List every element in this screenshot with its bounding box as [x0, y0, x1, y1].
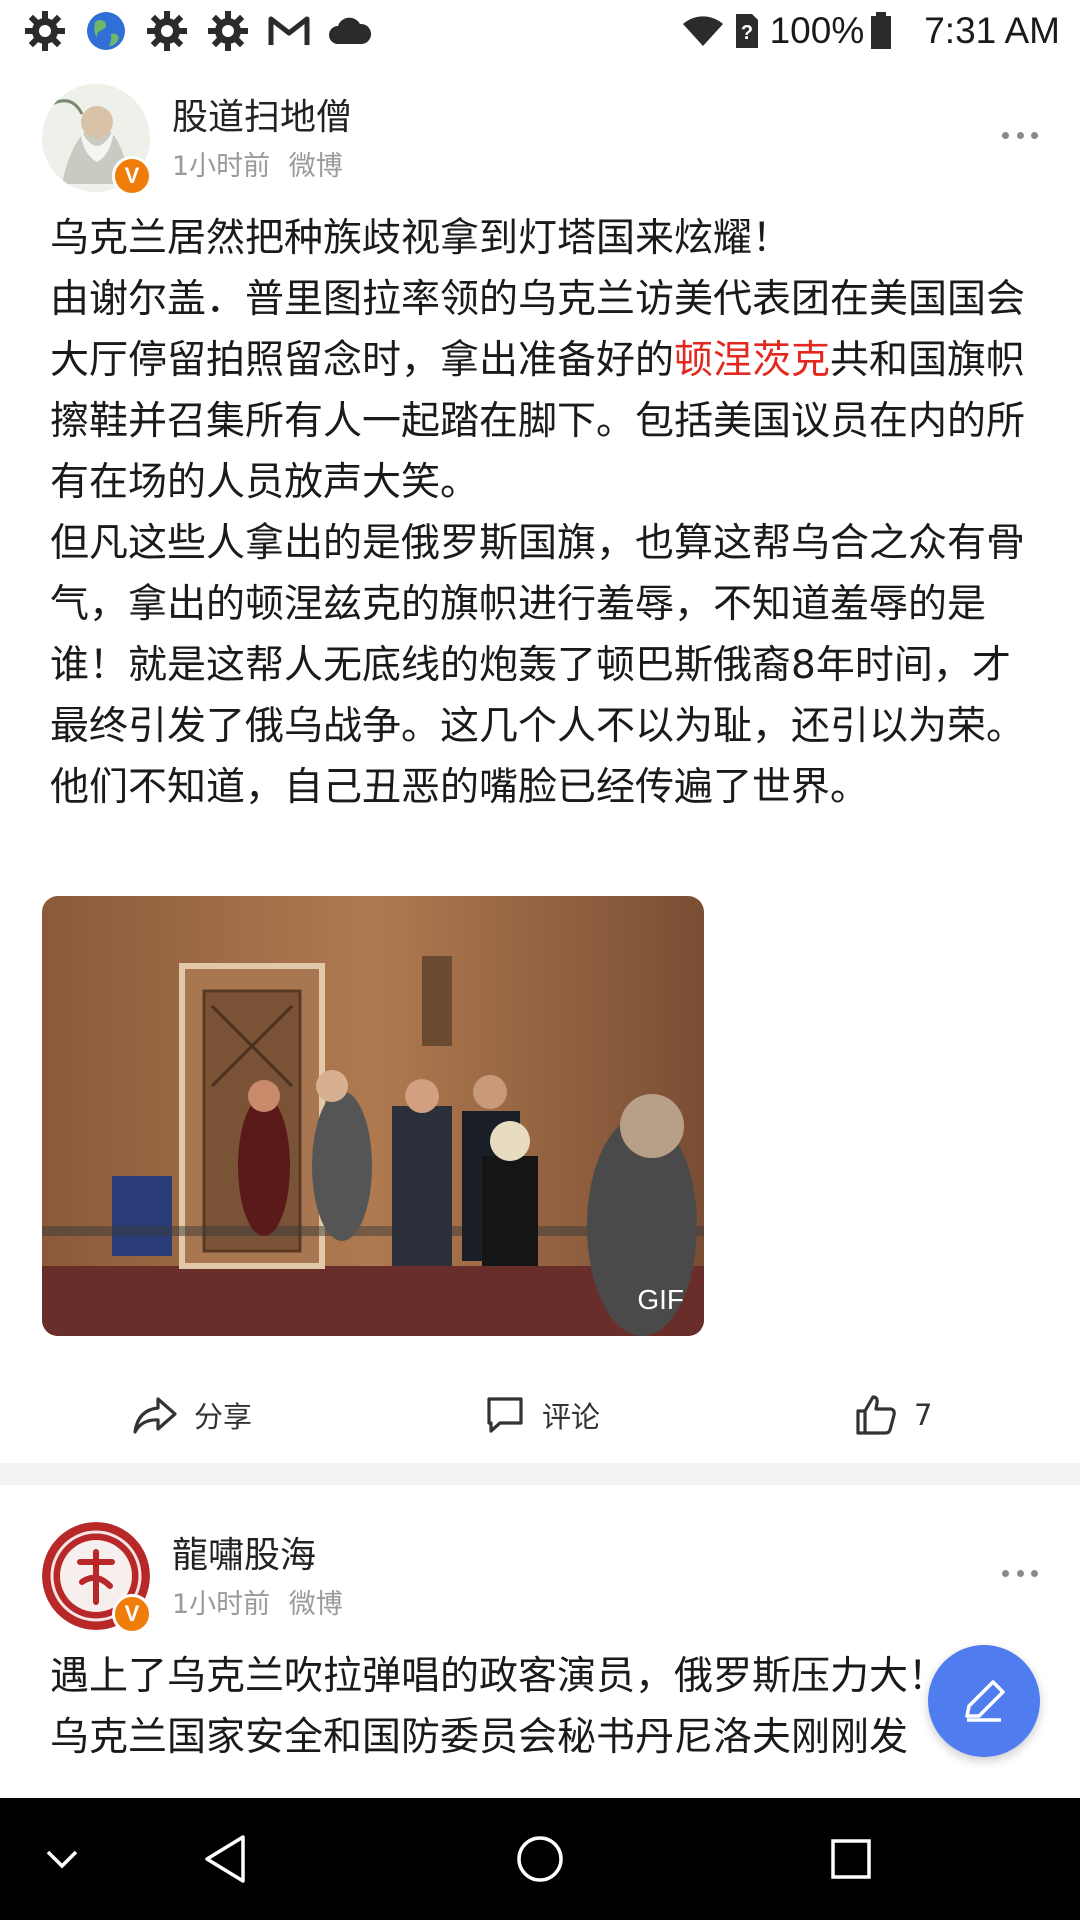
globe-icon — [83, 8, 129, 54]
post-gif[interactable]: GIF — [42, 896, 704, 1336]
author-name[interactable]: 股道扫地僧 — [172, 88, 352, 140]
clock: 7:31 AM — [924, 10, 1060, 51]
post-meta: 1小时前 微博 — [172, 1582, 343, 1621]
post-time: 1小时前 — [172, 1589, 271, 1620]
feed-post: V 龍嘯股海 1小时前 微博 遇上了乌克兰吹拉弹唱的政客演员，俄罗斯压力大！ 乌… — [0, 1492, 1080, 1798]
chevron-down-icon — [46, 1850, 78, 1869]
thumbs-up-icon — [856, 1395, 896, 1435]
post-source: 微博 — [288, 1589, 343, 1620]
verified-badge: V — [112, 1594, 152, 1634]
post-divider — [0, 1463, 1080, 1485]
share-button[interactable]: 分享 — [132, 1370, 252, 1460]
settings-gear-icon — [22, 8, 68, 54]
feed-post: V 股道扫地僧 1小时前 微博 乌克兰居然把种族歧视拿到灯塔国来炫耀！ 由谢尔盖… — [0, 70, 1080, 1470]
post-meta: 1小时前 微博 — [172, 144, 343, 183]
more-options-icon[interactable] — [1002, 1568, 1038, 1578]
compose-button[interactable] — [928, 1645, 1040, 1757]
gmail-icon — [266, 8, 312, 54]
share-icon — [133, 1397, 177, 1434]
post-text: 遇上了乌克兰吹拉弹唱的政客演员，俄罗斯压力大！ 乌克兰国家安全和国防委员会秘书丹… — [50, 1654, 948, 1760]
comment-label: 评论 — [542, 1400, 601, 1434]
comment-icon — [487, 1397, 523, 1433]
home-circle-icon — [517, 1836, 563, 1882]
wifi-icon — [682, 14, 724, 48]
system-status: ? 100% 7:31 AM — [682, 6, 1060, 56]
post-text: 乌克兰居然把种族歧视拿到灯塔国来炫耀！ 由谢尔盖．普里图拉率领的乌克兰访美代表团… — [50, 208, 1035, 818]
nav-back-button[interactable] — [190, 1798, 260, 1920]
post-time: 1小时前 — [172, 151, 271, 182]
gif-label: GIF — [637, 1284, 684, 1315]
like-button[interactable]: 7 — [854, 1370, 932, 1460]
settings-gear-icon — [205, 8, 251, 54]
more-options-icon[interactable] — [1002, 130, 1038, 140]
avatar[interactable]: V — [42, 84, 152, 196]
post-text-part: 共和国旗帜擦鞋并召集所有人一起踏在脚下。包括美国议员在内的所有在场的人员放声大笑… — [50, 338, 1026, 810]
author-name[interactable]: 龍嘯股海 — [172, 1526, 316, 1578]
system-nav-bar — [0, 1798, 1080, 1920]
status-bar: ? 100% 7:31 AM — [0, 0, 1080, 62]
back-triangle-icon — [205, 1835, 245, 1883]
cloud-icon — [327, 8, 373, 54]
comment-button[interactable]: 评论 — [484, 1370, 600, 1460]
battery-percent: 100% — [769, 10, 865, 51]
sim-unknown-icon: ? — [734, 12, 760, 50]
svg-text:?: ? — [740, 22, 752, 44]
nav-recents-button[interactable] — [816, 1798, 886, 1920]
settings-gear-icon — [144, 8, 190, 54]
post-actions: 分享 评论 7 — [0, 1370, 1080, 1460]
post-source: 微博 — [288, 151, 343, 182]
verified-badge: V — [112, 156, 152, 196]
avatar[interactable]: V — [42, 1522, 152, 1634]
share-label: 分享 — [194, 1400, 253, 1434]
like-count: 7 — [914, 1398, 933, 1432]
battery-icon — [870, 12, 892, 50]
nav-collapse-button[interactable] — [30, 1798, 94, 1920]
topic-link[interactable]: 顿涅茨克 — [674, 338, 830, 383]
recents-square-icon — [831, 1839, 871, 1879]
nav-home-button[interactable] — [502, 1798, 578, 1920]
notification-icons — [22, 8, 388, 54]
pencil-icon — [965, 1680, 1005, 1722]
